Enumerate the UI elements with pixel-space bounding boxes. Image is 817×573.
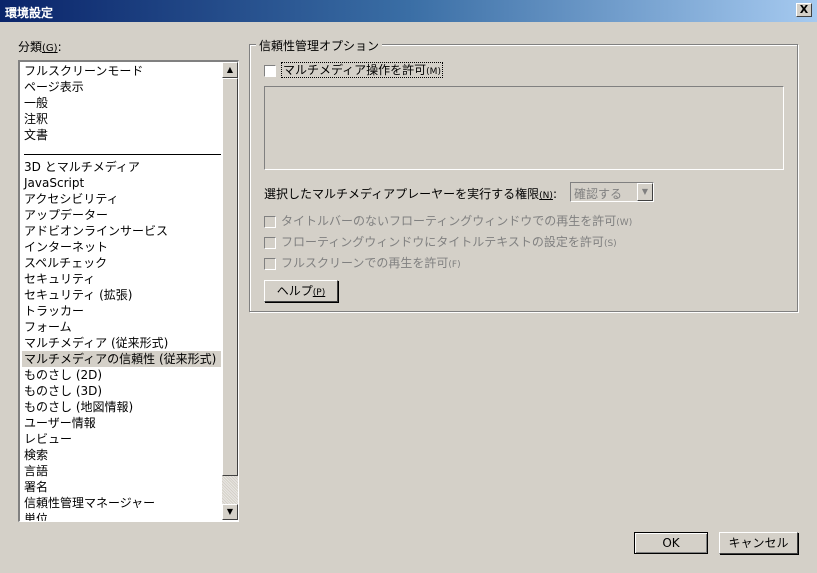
group-title: 信頼性管理オプション: [256, 37, 383, 54]
trust-options-group: [249, 44, 798, 312]
option-row-2[interactable]: フルスクリーンでの再生を許可(F): [264, 254, 461, 271]
list-item[interactable]: セキュリティ (拡張): [22, 287, 221, 303]
list-item[interactable]: 信頼性管理マネージャー: [22, 495, 221, 511]
list-item[interactable]: アクセシビリティ: [22, 191, 221, 207]
scroll-thumb[interactable]: [222, 78, 238, 476]
player-permission-value: 確認する: [574, 187, 623, 201]
list-item[interactable]: トラッカー: [22, 303, 221, 319]
list-item[interactable]: マルチメディア (従来形式): [22, 335, 221, 351]
list-item[interactable]: JavaScript: [22, 175, 221, 191]
scroll-up-button[interactable]: ▲: [222, 62, 238, 78]
ok-button[interactable]: OK: [634, 532, 708, 554]
arrow-up-icon: ▲: [226, 65, 234, 74]
title-bar: 環境設定 X: [0, 0, 817, 22]
player-permission-label: 選択したマルチメディアプレーヤーを実行する権限(N):: [264, 187, 557, 201]
help-button[interactable]: ヘルプ(P): [264, 280, 338, 302]
checkbox-box[interactable]: [264, 64, 276, 77]
checkbox-box[interactable]: [264, 215, 276, 228]
player-permission-select[interactable]: 確認する ▼: [570, 182, 654, 202]
allow-multimedia-label: マルチメディア操作を許可(M): [281, 62, 443, 78]
category-accel: (G): [42, 43, 58, 54]
window-title: 環境設定: [5, 6, 54, 20]
list-item[interactable]: フォーム: [22, 319, 221, 335]
list-item[interactable]: 単位: [22, 511, 221, 521]
scroll-down-button[interactable]: ▼: [222, 504, 238, 520]
list-item[interactable]: スペルチェック: [22, 255, 221, 271]
list-item[interactable]: ものさし (2D): [22, 367, 221, 383]
option-row-0[interactable]: タイトルバーのないフローティングウィンドウでの再生を許可(W): [264, 212, 632, 229]
list-item[interactable]: フルスクリーンモード: [22, 63, 221, 79]
list-item[interactable]: ページ表示: [22, 79, 221, 95]
list-scrollbar[interactable]: ▲ ▼: [222, 62, 238, 520]
list-item[interactable]: 言語: [22, 463, 221, 479]
checkbox-box[interactable]: [264, 257, 276, 270]
arrow-down-icon: ▼: [226, 507, 234, 516]
chevron-down-icon: ▼: [641, 187, 649, 196]
list-item[interactable]: レビュー: [22, 431, 221, 447]
list-item[interactable]: 注釈: [22, 111, 221, 127]
list-item[interactable]: 文書: [22, 127, 221, 143]
list-item[interactable]: マルチメディアの信頼性 (従来形式): [22, 351, 221, 367]
list-separator: [22, 143, 221, 159]
category-list[interactable]: フルスクリーンモード ページ表示 一般 注釈 文書 3D とマルチメディア JavaScri…: [18, 60, 239, 522]
list-item[interactable]: セキュリティ: [22, 271, 221, 287]
list-item[interactable]: アドビオンラインサービス: [22, 223, 221, 239]
allow-multimedia-checkbox[interactable]: マルチメディア操作を許可(M): [264, 61, 443, 78]
category-list-items: フルスクリーンモード ページ表示 一般 注釈 文書 3D とマルチメディア JavaScri…: [22, 63, 221, 521]
list-item[interactable]: 3D とマルチメディア: [22, 159, 221, 175]
close-icon: X: [799, 3, 809, 16]
multimedia-list-box: [264, 86, 784, 170]
list-item[interactable]: 検索: [22, 447, 221, 463]
list-item[interactable]: 署名: [22, 479, 221, 495]
option-row-1[interactable]: フローティングウィンドウにタイトルテキストの設定を許可(S): [264, 233, 617, 250]
list-item[interactable]: 一般: [22, 95, 221, 111]
category-label: 分類(G):: [18, 40, 62, 54]
list-item[interactable]: ものさし (地図情報): [22, 399, 221, 415]
list-item[interactable]: ユーザー情報: [22, 415, 221, 431]
checkbox-box[interactable]: [264, 236, 276, 249]
list-item[interactable]: インターネット: [22, 239, 221, 255]
dropdown-button[interactable]: ▼: [637, 183, 653, 201]
list-item[interactable]: ものさし (3D): [22, 383, 221, 399]
list-item[interactable]: アップデーター: [22, 207, 221, 223]
cancel-button[interactable]: キャンセル: [719, 532, 798, 554]
close-button[interactable]: X: [796, 3, 812, 17]
